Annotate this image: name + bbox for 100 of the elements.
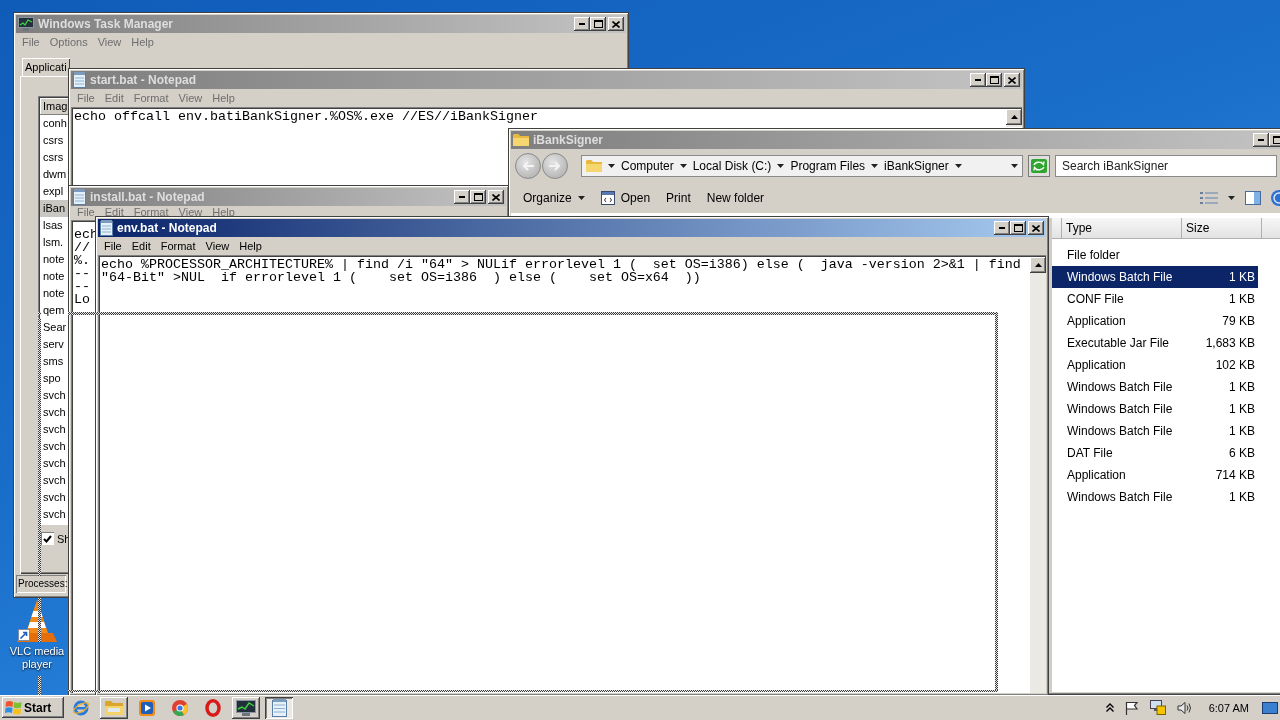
taskbar-button[interactable] [100, 696, 128, 719]
close-button[interactable] [488, 190, 504, 204]
taskbar-button[interactable] [265, 696, 293, 719]
scrollbar[interactable] [1030, 257, 1046, 693]
title-bar[interactable]: env.bat - Notepad [98, 219, 1046, 237]
file-row[interactable]: Windows Batch File 1 KB [1052, 486, 1258, 508]
close-button[interactable] [1004, 73, 1020, 87]
minimize-button[interactable] [994, 221, 1010, 235]
breadcrumb-item[interactable]: Program Files [790, 159, 866, 173]
forward-button[interactable] [542, 153, 568, 179]
caret-icon[interactable] [608, 164, 615, 168]
maximize-button[interactable] [986, 73, 1002, 87]
menu-item[interactable]: View [200, 240, 235, 252]
tab[interactable]: Applicati [22, 58, 70, 76]
close-button[interactable] [1028, 221, 1044, 235]
process-row[interactable]: csrs [40, 132, 70, 149]
maximize-button[interactable] [470, 190, 486, 204]
checkbox[interactable] [41, 532, 54, 545]
view-options-button[interactable] [1200, 192, 1218, 204]
scroll-up-button[interactable] [1030, 257, 1046, 273]
minimize-button[interactable] [1253, 133, 1269, 147]
maximize-button[interactable] [590, 17, 606, 31]
toolbar-button[interactable]: Open [596, 189, 655, 207]
process-row[interactable]: note [40, 251, 70, 268]
file-row[interactable]: DAT File 6 KB [1052, 442, 1258, 464]
file-row[interactable]: Windows Batch File 1 KB [1052, 420, 1258, 442]
process-row[interactable]: lsm. [40, 234, 70, 251]
process-row[interactable]: lsas [40, 217, 70, 234]
file-row[interactable]: Windows Batch File 1 KB [1052, 398, 1258, 420]
process-row[interactable]: conh [40, 115, 70, 132]
toolbar-button[interactable]: Print [662, 189, 695, 207]
process-row[interactable]: note [40, 268, 70, 285]
process-row[interactable]: svch [40, 387, 70, 404]
desktop-icon-label[interactable]: VLC media player [6, 645, 68, 671]
show-desktop-button[interactable] [1262, 701, 1278, 714]
caret-icon[interactable] [871, 164, 879, 168]
minimize-button[interactable] [970, 73, 986, 87]
process-row[interactable]: svch [40, 438, 70, 455]
menu-item[interactable]: View [173, 206, 208, 219]
process-row[interactable]: qem [40, 302, 70, 319]
taskbar-button[interactable] [232, 696, 260, 719]
file-row[interactable]: Application 102 KB [1052, 354, 1258, 376]
breadcrumb-item[interactable]: Computer [621, 159, 674, 173]
breadcrumb-item[interactable]: Local Disk (C:) [692, 159, 772, 173]
column-header[interactable]: Type [1062, 218, 1182, 238]
file-row[interactable]: Application 714 KB [1052, 464, 1258, 486]
caret-icon[interactable] [1011, 164, 1018, 168]
close-button[interactable] [608, 17, 624, 31]
speaker-icon[interactable] [1176, 700, 1192, 715]
caret-icon[interactable] [777, 164, 785, 168]
process-row[interactable]: svch [40, 506, 70, 523]
file-row[interactable]: Executable Jar File 1,683 KB [1052, 332, 1258, 354]
network-icon[interactable] [1149, 700, 1166, 715]
start-button[interactable]: Start [2, 697, 64, 718]
column-header[interactable]: Size [1182, 218, 1262, 238]
clock[interactable]: 6:07 AM [1208, 701, 1249, 714]
caret-icon[interactable] [954, 164, 962, 168]
caret-icon[interactable] [577, 196, 585, 200]
toolbar-button[interactable]: New folder [702, 189, 769, 207]
flag-icon[interactable] [1124, 700, 1139, 715]
preview-pane-button[interactable] [1245, 191, 1261, 205]
breadcrumb-item[interactable]: iBankSigner [884, 159, 949, 173]
caret-icon[interactable] [679, 164, 687, 168]
menu-item[interactable]: Edit [126, 240, 156, 252]
search-field[interactable]: Search iBankSigner [1055, 155, 1277, 177]
file-row[interactable]: Windows Batch File 1 KB [1052, 376, 1258, 398]
process-row[interactable]: note [40, 285, 70, 302]
back-button[interactable] [515, 153, 541, 179]
process-row[interactable]: serv [40, 336, 70, 353]
address-bar[interactable]: Computer Local Disk (C:) Program Files iBankSigner [581, 155, 1023, 177]
text-area[interactable]: echo offcall env.batiBankSigner.%OS%.exe //ES//iBankSigner [71, 107, 1006, 127]
process-row[interactable]: csrs [40, 149, 70, 166]
process-row[interactable]: svch [40, 421, 70, 438]
toolbar-button[interactable]: Organize [519, 189, 589, 207]
maximize-button[interactable] [1010, 221, 1026, 235]
file-row[interactable]: Application 79 KB [1052, 310, 1258, 332]
process-row[interactable]: spo [40, 370, 70, 387]
process-row[interactable]: expl [40, 183, 70, 200]
menu-item[interactable]: File [99, 240, 127, 252]
process-row[interactable]: svch [40, 472, 70, 489]
process-row[interactable]: svch [40, 455, 70, 472]
minimize-button[interactable] [454, 190, 470, 204]
process-row[interactable]: sms [40, 353, 70, 370]
process-row[interactable]: dwm [40, 166, 70, 183]
file-row[interactable]: CONF File 1 KB [1052, 288, 1258, 310]
process-row[interactable]: iBan [40, 200, 70, 217]
process-row[interactable]: Sear [40, 319, 70, 336]
refresh-button[interactable] [1028, 155, 1050, 177]
menu-item[interactable]: View [92, 36, 127, 48]
menu-item[interactable]: Format [155, 240, 201, 252]
minimize-button[interactable] [574, 17, 590, 31]
menu-item[interactable]: View [173, 92, 208, 104]
process-row[interactable]: svch [40, 489, 70, 506]
file-row[interactable]: File folder [1052, 244, 1258, 266]
caret-icon[interactable] [1228, 196, 1235, 200]
process-row[interactable]: svch [40, 404, 70, 421]
column-header[interactable]: Imag [40, 98, 70, 115]
file-row[interactable]: Windows Batch File 1 KB [1052, 266, 1258, 288]
chevron-up-icon[interactable] [1105, 703, 1114, 712]
menu-item[interactable]: Help [234, 240, 267, 252]
